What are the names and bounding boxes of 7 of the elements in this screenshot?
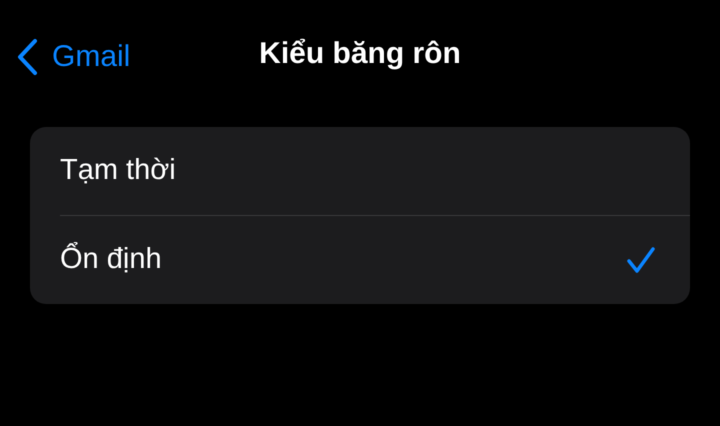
- back-chevron-icon: [16, 38, 38, 76]
- screen-title: Kiểu băng rôn: [259, 36, 461, 72]
- option-label: Tạm thời: [60, 153, 176, 188]
- option-row[interactable]: Ổn định: [30, 216, 690, 304]
- option-row[interactable]: Tạm thời: [30, 127, 690, 215]
- back-button[interactable]: Gmail: [16, 34, 130, 79]
- option-label: Ổn định: [60, 241, 162, 278]
